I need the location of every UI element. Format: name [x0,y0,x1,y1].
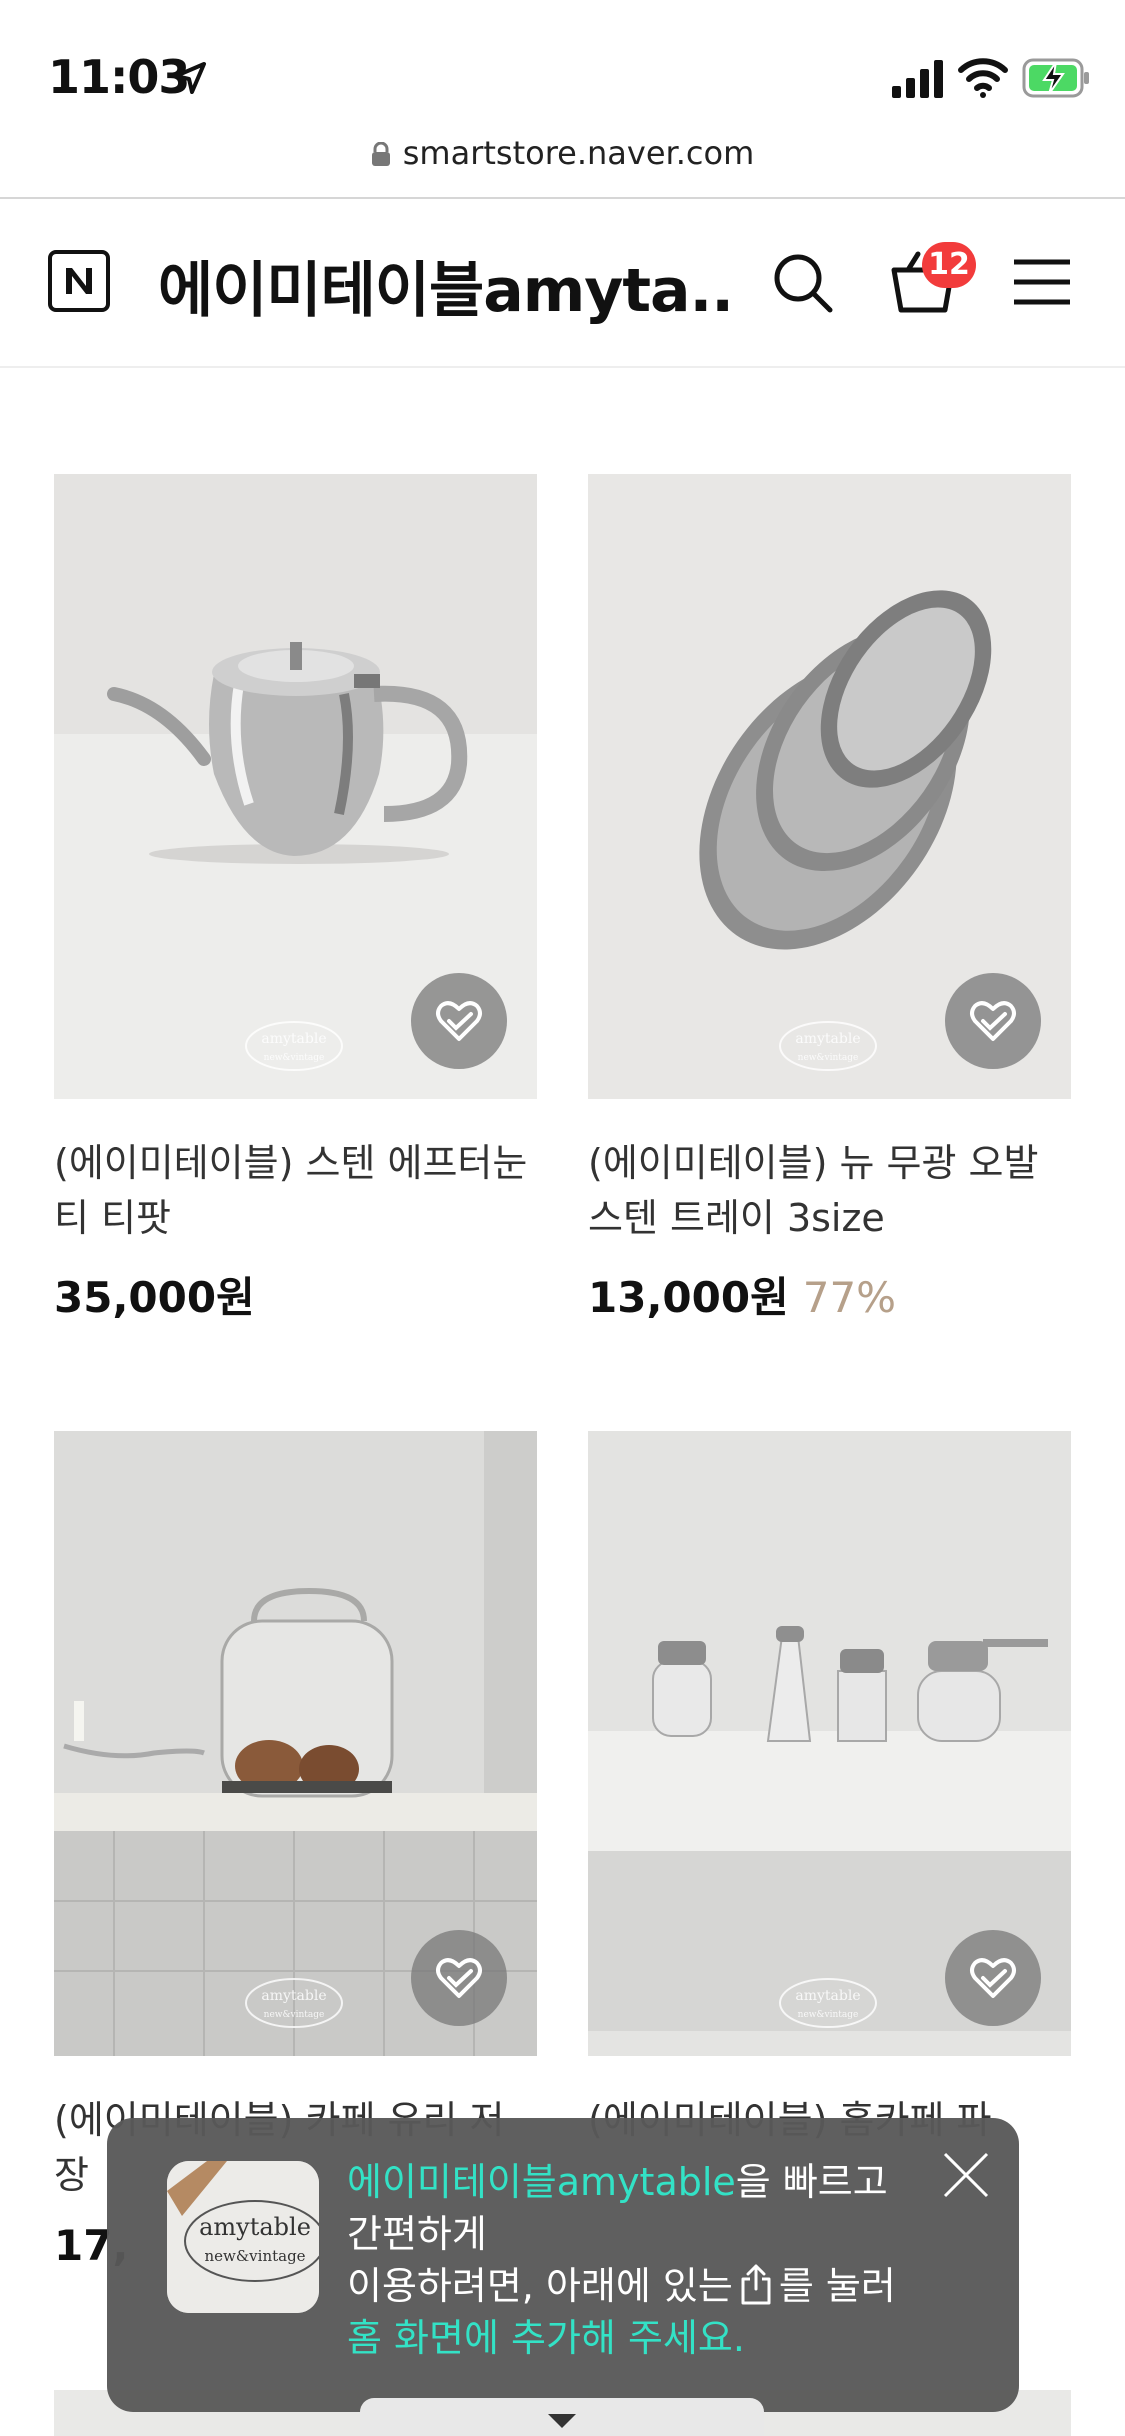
product-name[interactable]: (에이미테이블) 스텐 에프터눈티 티팟 [54,1136,537,1246]
watermark-logo: amytable new&vintage [779,1021,877,1071]
popup-store-name: 에이미테이블amytable [347,2160,736,2204]
popup-line4: 홈 화면에 추가해 주세요. [347,2316,745,2360]
wishlist-button[interactable] [411,973,507,1069]
svg-text:new&vintage: new&vintage [798,2010,859,2020]
store-header: 에이미테이블amyta... 12 [0,200,1125,368]
add-to-home-popup: amytable new&vintage 에이미테이블amytable을 빠르고… [107,2118,1019,2412]
naver-n-icon [66,268,92,294]
wishlist-button[interactable] [945,973,1041,1069]
thumb-text-1: amytable [199,2213,311,2241]
battery-charging-icon [1022,58,1089,98]
svg-text:amytable: amytable [261,1988,326,2004]
discount-rate: 77% [802,1273,897,1322]
search-icon[interactable] [770,250,834,314]
hamburger-menu-icon[interactable] [1012,256,1072,308]
address-bar[interactable]: smartstore.naver.com [0,134,1125,172]
product-image-teapot[interactable]: amytable new&vintage [54,474,537,1099]
divider [0,197,1125,199]
heart-check-icon [970,1001,1016,1041]
close-icon[interactable] [939,2148,993,2202]
svg-text:amytable: amytable [261,1031,326,1047]
status-time: 11:03 [48,50,190,104]
cart-count-badge: 12 [922,242,976,288]
popup-line2: 간편하게 [347,2212,487,2256]
popup-pointer-tab [360,2398,764,2436]
heart-check-icon [970,1958,1016,1998]
thumb-text-2: new&vintage [204,2247,305,2265]
naver-logo[interactable] [48,250,110,312]
product-image-shakers[interactable]: amytable new&vintage [588,1431,1071,2056]
store-title[interactable]: 에이미테이블amyta... [158,242,728,329]
heart-check-icon [436,1958,482,1998]
wishlist-button[interactable] [945,1930,1041,2026]
watermark-logo: amytable new&vintage [245,1021,343,1071]
popup-line3-suffix: 를 눌러 [778,2264,896,2308]
svg-text:new&vintage: new&vintage [798,1053,859,1063]
product-name[interactable]: (에이미테이블) 뉴 무광 오발 스텐 트레이 3size [588,1136,1071,1246]
location-arrow-icon [174,62,206,94]
store-thumbnail: amytable new&vintage [167,2161,319,2313]
popup-line3-prefix: 이용하려면, 아래에 있는 [347,2264,733,2308]
svg-text:amytable: amytable [795,1988,860,2004]
svg-text:new&vintage: new&vintage [264,1053,325,1063]
product-price: 35,000원 [54,1273,255,1322]
popup-message: 에이미테이블amytable을 빠르고 간편하게 이용하려면, 아래에 있는 를 … [347,2156,927,2364]
heart-check-icon [436,1001,482,1041]
share-icon [741,2264,771,2305]
url-text: smartstore.naver.com [402,134,755,172]
svg-text:amytable: amytable [795,1031,860,1047]
status-bar: 11:03 [0,0,1125,140]
svg-text:new&vintage: new&vintage [264,2010,325,2020]
popup-line1-suffix: 을 빠르고 [735,2160,888,2204]
wishlist-button[interactable] [411,1930,507,2026]
triangle-down-icon [548,2414,576,2428]
watermark-logo: amytable new&vintage [245,1978,343,2028]
product-image-trays[interactable]: amytable new&vintage [588,474,1071,1099]
cellular-signal-icon [892,60,943,98]
product-price-row: 35,000원 [54,1264,255,1325]
product-image-glass-jar[interactable]: amytable new&vintage [54,1431,537,2056]
product-price-row: 13,000원 77% [588,1264,896,1325]
lock-icon [371,142,390,166]
wifi-icon [958,58,1008,98]
product-price: 13,000원 [588,1273,789,1322]
watermark-logo: amytable new&vintage [779,1978,877,2028]
